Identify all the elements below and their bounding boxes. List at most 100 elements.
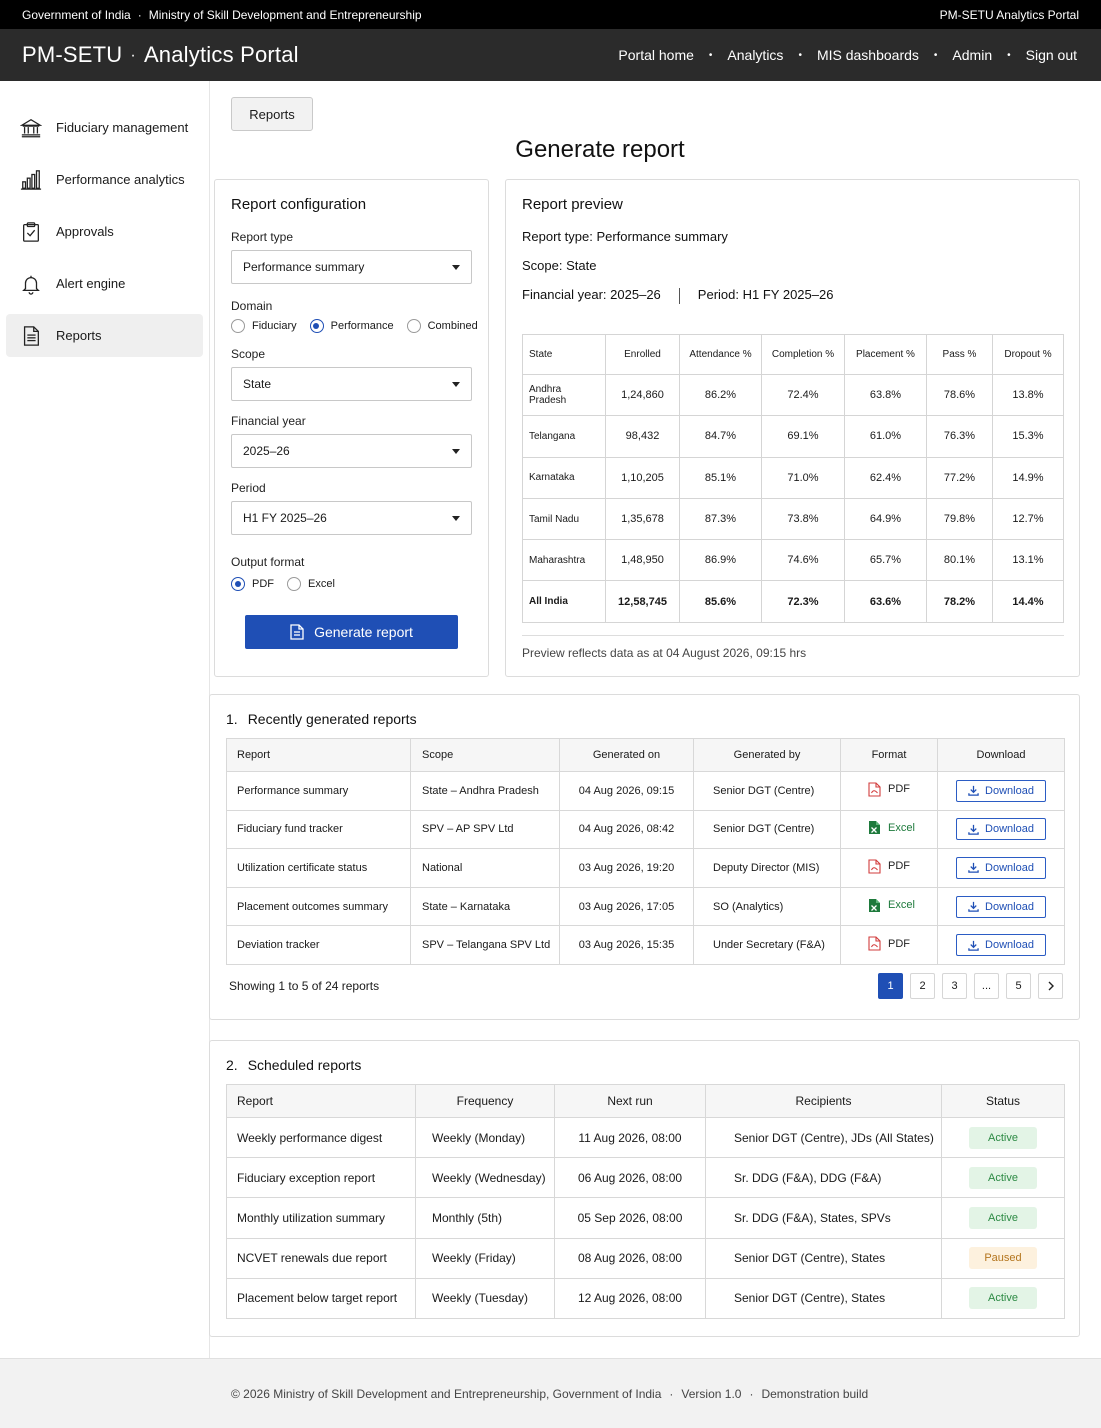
cell-dropout: 14.9% — [992, 456, 1064, 499]
output-format-label: Output format — [231, 555, 305, 569]
output-radio-excel[interactable]: Excel — [287, 577, 335, 591]
section-heading: 1. Recently generated reports — [226, 711, 1063, 727]
column-header: Format — [840, 738, 938, 772]
cell-generated-on: 03 Aug 2026, 15:35 — [559, 925, 694, 965]
nav-analytics[interactable]: Analytics — [727, 47, 783, 63]
nav-sign-out[interactable]: Sign out — [1026, 47, 1077, 63]
cell-format: PDF — [840, 925, 938, 965]
bar-chart-icon — [20, 169, 42, 190]
download-button[interactable]: Download — [956, 856, 1046, 879]
domain-radio-performance[interactable]: Performance — [309, 319, 394, 333]
brand[interactable]: PM-SETU · Analytics Portal — [22, 42, 299, 68]
cell-enrolled: 1,35,678 — [605, 497, 680, 541]
nav-admin[interactable]: Admin — [952, 47, 992, 63]
cell-status: Active — [941, 1116, 1065, 1159]
download-button[interactable]: Download — [956, 818, 1046, 841]
sidebar-item-label: Reports — [56, 328, 102, 343]
reports-breadcrumb-button[interactable]: Reports — [231, 97, 313, 131]
domain-label: Domain — [231, 299, 273, 313]
cell-next-run: 08 Aug 2026, 08:00 — [554, 1237, 706, 1279]
sidebar-item-alert-engine[interactable]: Alert engine — [6, 262, 203, 305]
cell-frequency: Weekly (Tuesday) — [415, 1277, 555, 1319]
download-button[interactable]: Download — [956, 895, 1046, 918]
document-icon — [23, 325, 39, 346]
page-3-button[interactable]: 3 — [942, 972, 967, 999]
cell-frequency: Weekly (Wednesday) — [415, 1157, 555, 1199]
gov-bar: Government of India · Ministry of Skill De… — [0, 0, 1101, 29]
cell-dropout: 12.7% — [992, 497, 1064, 541]
bank-icon — [20, 118, 42, 137]
main-header: PM-SETU · Analytics Portal Portal home • An… — [0, 29, 1101, 81]
domain-radio-combined[interactable]: Combined — [406, 319, 478, 333]
page-1-button[interactable]: 1 — [878, 972, 903, 999]
column-header: Enrolled — [605, 334, 680, 375]
separator: · — [130, 47, 136, 64]
column-header: Next run — [554, 1084, 706, 1118]
cell-state: Telangana — [522, 415, 606, 458]
domain-radio-fiduciary[interactable]: Fiduciary — [231, 319, 297, 333]
separator: · — [669, 1386, 674, 1401]
table-row: Utilization certificate status National 03… — [226, 848, 1065, 888]
sidebar-item-approvals[interactable]: Approvals — [6, 210, 203, 253]
separator: · — [137, 7, 142, 22]
generate-report-button[interactable]: Generate report — [245, 615, 458, 649]
report-type-label: Report type — [231, 230, 294, 244]
caret-down-icon — [452, 515, 460, 521]
section-title: Scheduled reports — [247, 1057, 362, 1073]
cell-download: Download — [937, 771, 1065, 811]
cell-attendance: 85.6% — [679, 580, 762, 623]
page-2-button[interactable]: 2 — [910, 972, 935, 999]
format-indicator: PDF — [868, 859, 910, 874]
domain-radio-group: Fiduciary Performance Combined — [231, 319, 478, 333]
cell-completion: 71.0% — [761, 456, 845, 499]
cell-download: Download — [937, 848, 1065, 888]
download-button[interactable]: Download — [956, 779, 1046, 802]
format-label: PDF — [888, 783, 910, 796]
page-ellipsis: ... — [974, 972, 999, 999]
cell-next-run: 05 Sep 2026, 08:00 — [554, 1197, 706, 1239]
next-page-button[interactable] — [1038, 972, 1063, 999]
sidebar-item-reports[interactable]: Reports — [6, 314, 203, 357]
cell-recipients: Sr. DDG (F&A), DDG (F&A) — [705, 1157, 942, 1199]
cell-frequency: Weekly (Monday) — [415, 1116, 555, 1159]
sidebar-item-fiduciary-management[interactable]: Fiduciary management — [6, 106, 203, 149]
period-select[interactable]: H1 FY 2025–26 — [231, 501, 472, 535]
financial-year-select[interactable]: 2025–26 — [231, 434, 472, 468]
nav-portal-home[interactable]: Portal home — [618, 47, 693, 63]
cell-generated-by: Senior DGT (Centre) — [693, 809, 841, 850]
cell-pass: 78.2% — [926, 580, 993, 623]
gov-label: Government of India — [22, 7, 131, 22]
cell-download: Download — [937, 809, 1065, 850]
cell-download: Download — [937, 886, 1065, 927]
table-row: Placement outcomes summary State – Karnat… — [226, 886, 1065, 927]
cell-pass: 79.8% — [926, 497, 993, 541]
cell-enrolled: 1,10,205 — [605, 456, 680, 499]
report-type-select[interactable]: Performance summary — [231, 250, 472, 284]
section-heading: 2. Scheduled reports — [226, 1057, 1063, 1073]
page-5-button[interactable]: 5 — [1006, 972, 1031, 999]
caret-down-icon — [452, 264, 460, 270]
chevron-right-icon — [1048, 981, 1054, 991]
cell-placement: 63.8% — [844, 373, 927, 417]
table-row: Andhra Pradesh 1,24,860 86.2% 72.4% 63.8% 78.… — [522, 373, 1064, 417]
cell-dropout: 13.8% — [992, 373, 1064, 417]
cell-dropout: 14.4% — [992, 580, 1064, 623]
cell-placement: 65.7% — [844, 539, 927, 582]
sidebar-item-performance-analytics[interactable]: Performance analytics — [6, 158, 203, 201]
cell-placement: 64.9% — [844, 497, 927, 541]
cell-generated-on: 03 Aug 2026, 17:05 — [559, 886, 694, 927]
cell-report: Deviation tracker — [226, 925, 411, 965]
section-number: 2. — [226, 1057, 238, 1073]
build-label: Demonstration build — [761, 1386, 869, 1401]
generate-report-label: Generate report — [314, 624, 413, 640]
table-row: Telangana 98,432 84.7% 69.1% 61.0% 76.3% 15.3% — [522, 415, 1064, 458]
table-row: Fiduciary exception report Weekly (Wednes… — [226, 1157, 1065, 1199]
column-header: Scope — [410, 738, 560, 772]
nav-mis-dashboards[interactable]: MIS dashboards — [817, 47, 919, 63]
scope-select[interactable]: State — [231, 367, 472, 401]
output-radio-pdf[interactable]: PDF — [231, 577, 274, 591]
status-badge: Active — [969, 1166, 1037, 1189]
page-footer: © 2026 Ministry of Skill Development and… — [0, 1358, 1101, 1428]
download-label: Download — [985, 784, 1034, 797]
download-button[interactable]: Download — [956, 934, 1046, 957]
